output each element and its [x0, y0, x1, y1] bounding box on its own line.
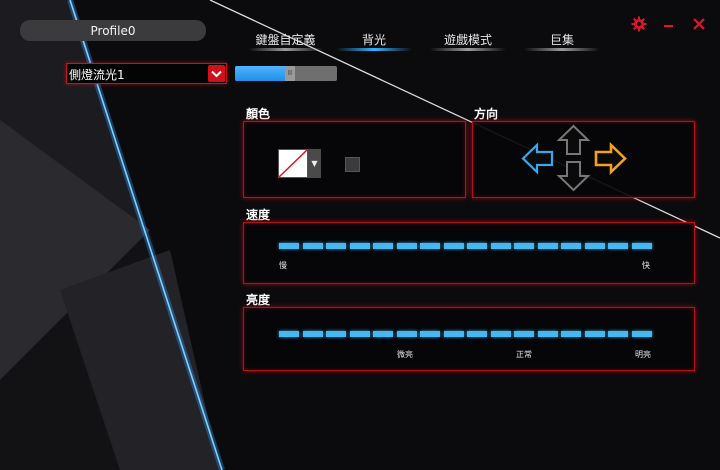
slider-segment[interactable] — [326, 331, 346, 337]
slider-segment[interactable] — [326, 243, 346, 249]
tab-underline — [524, 48, 600, 51]
slider-segment[interactable] — [631, 243, 652, 249]
slider-segment[interactable] — [584, 331, 605, 337]
slider-segment[interactable] — [302, 331, 323, 337]
direction-section-title: 方向 — [474, 107, 499, 121]
tab-macro[interactable]: 巨集 — [524, 30, 600, 52]
slider-segment[interactable] — [302, 243, 323, 249]
color-picker[interactable]: ▼ — [277, 148, 322, 179]
backlight-toggle[interactable]: II — [235, 66, 337, 81]
color-random-checkbox[interactable] — [345, 157, 360, 172]
gear-icon-graphic — [631, 16, 647, 32]
tab-underline — [336, 48, 412, 51]
chevron-down-icon[interactable] — [208, 65, 225, 82]
slider-segment[interactable] — [537, 243, 558, 249]
slider-segment[interactable] — [349, 331, 370, 337]
brightness-section-title: 亮度 — [246, 293, 271, 307]
arrow-up-icon[interactable] — [556, 124, 591, 156]
slider-segment[interactable] — [608, 331, 628, 337]
lighting-mode-value: 側燈流光1 — [69, 68, 125, 82]
no-color-slash-icon — [277, 148, 309, 179]
slider-segment[interactable] — [420, 243, 440, 249]
tab-label: 背光 — [361, 33, 386, 47]
profile-name[interactable]: Profile0 — [20, 20, 206, 41]
speed-max-label: 快 — [642, 261, 650, 270]
slider-segment[interactable] — [443, 243, 464, 249]
slider-segment[interactable] — [631, 331, 652, 337]
toggle-knob[interactable]: II — [285, 66, 295, 81]
brightness-panel — [243, 307, 695, 371]
slider-segment[interactable] — [396, 331, 417, 337]
brightness-label-high: 明亮 — [635, 350, 651, 359]
slider-segment[interactable] — [279, 331, 299, 337]
tab-label: 遊戲模式 — [443, 33, 492, 47]
arrow-down-icon[interactable] — [556, 160, 591, 192]
lighting-mode-select[interactable]: 側燈流光1 — [66, 63, 227, 84]
speed-section-title: 速度 — [246, 208, 271, 222]
brightness-label-low: 微亮 — [397, 350, 413, 359]
slider-segment[interactable] — [349, 243, 370, 249]
tab-game-mode[interactable]: 遊戲模式 — [430, 30, 506, 52]
arrow-left-icon[interactable] — [521, 142, 554, 175]
color-section-title: 顏色 — [246, 107, 271, 121]
slider-segment[interactable] — [608, 243, 628, 249]
slider-segment[interactable] — [443, 331, 464, 337]
toggle-fill — [235, 66, 285, 81]
slider-segment[interactable] — [467, 331, 487, 337]
close-icon-graphic — [693, 18, 705, 30]
speed-min-label: 慢 — [279, 261, 287, 270]
tab-bar: 鍵盤自定義 背光 遊戲模式 巨集 — [238, 30, 618, 52]
profile-name-label: Profile0 — [90, 23, 136, 38]
slider-segment[interactable] — [420, 331, 440, 337]
slider-segment[interactable] — [467, 243, 487, 249]
slider-segment[interactable] — [279, 243, 299, 249]
close-icon[interactable] — [692, 16, 706, 37]
slider-segment[interactable] — [396, 243, 417, 249]
arrow-right-icon[interactable] — [594, 142, 627, 175]
tab-underline — [430, 48, 506, 51]
slider-segment[interactable] — [514, 243, 534, 249]
brightness-label-normal: 正常 — [516, 350, 532, 359]
gear-icon[interactable] — [631, 16, 647, 37]
speed-slider[interactable] — [279, 243, 654, 249]
speed-panel — [243, 222, 695, 284]
slider-segment[interactable] — [490, 243, 511, 249]
color-swatch[interactable] — [277, 148, 309, 179]
slider-segment[interactable] — [584, 243, 605, 249]
slider-segment[interactable] — [561, 243, 581, 249]
slider-segment[interactable] — [490, 331, 511, 337]
brightness-slider[interactable] — [279, 331, 654, 337]
minimize-icon-graphic — [664, 25, 673, 28]
tab-backlight[interactable]: 背光 — [336, 30, 412, 52]
tab-underline — [248, 48, 323, 51]
slider-segment[interactable] — [561, 331, 581, 337]
slider-segment[interactable] — [537, 331, 558, 337]
tab-label: 巨集 — [549, 33, 574, 47]
minimize-icon[interactable] — [663, 16, 675, 37]
slider-segment[interactable] — [373, 243, 393, 249]
tab-keyboard-custom[interactable]: 鍵盤自定義 — [248, 30, 323, 52]
tab-label: 鍵盤自定義 — [255, 33, 316, 47]
slider-segment[interactable] — [373, 331, 393, 337]
color-dropdown-button[interactable]: ▼ — [308, 149, 321, 178]
chevron-down-icon-graphic — [211, 70, 222, 77]
slider-segment[interactable] — [514, 331, 534, 337]
